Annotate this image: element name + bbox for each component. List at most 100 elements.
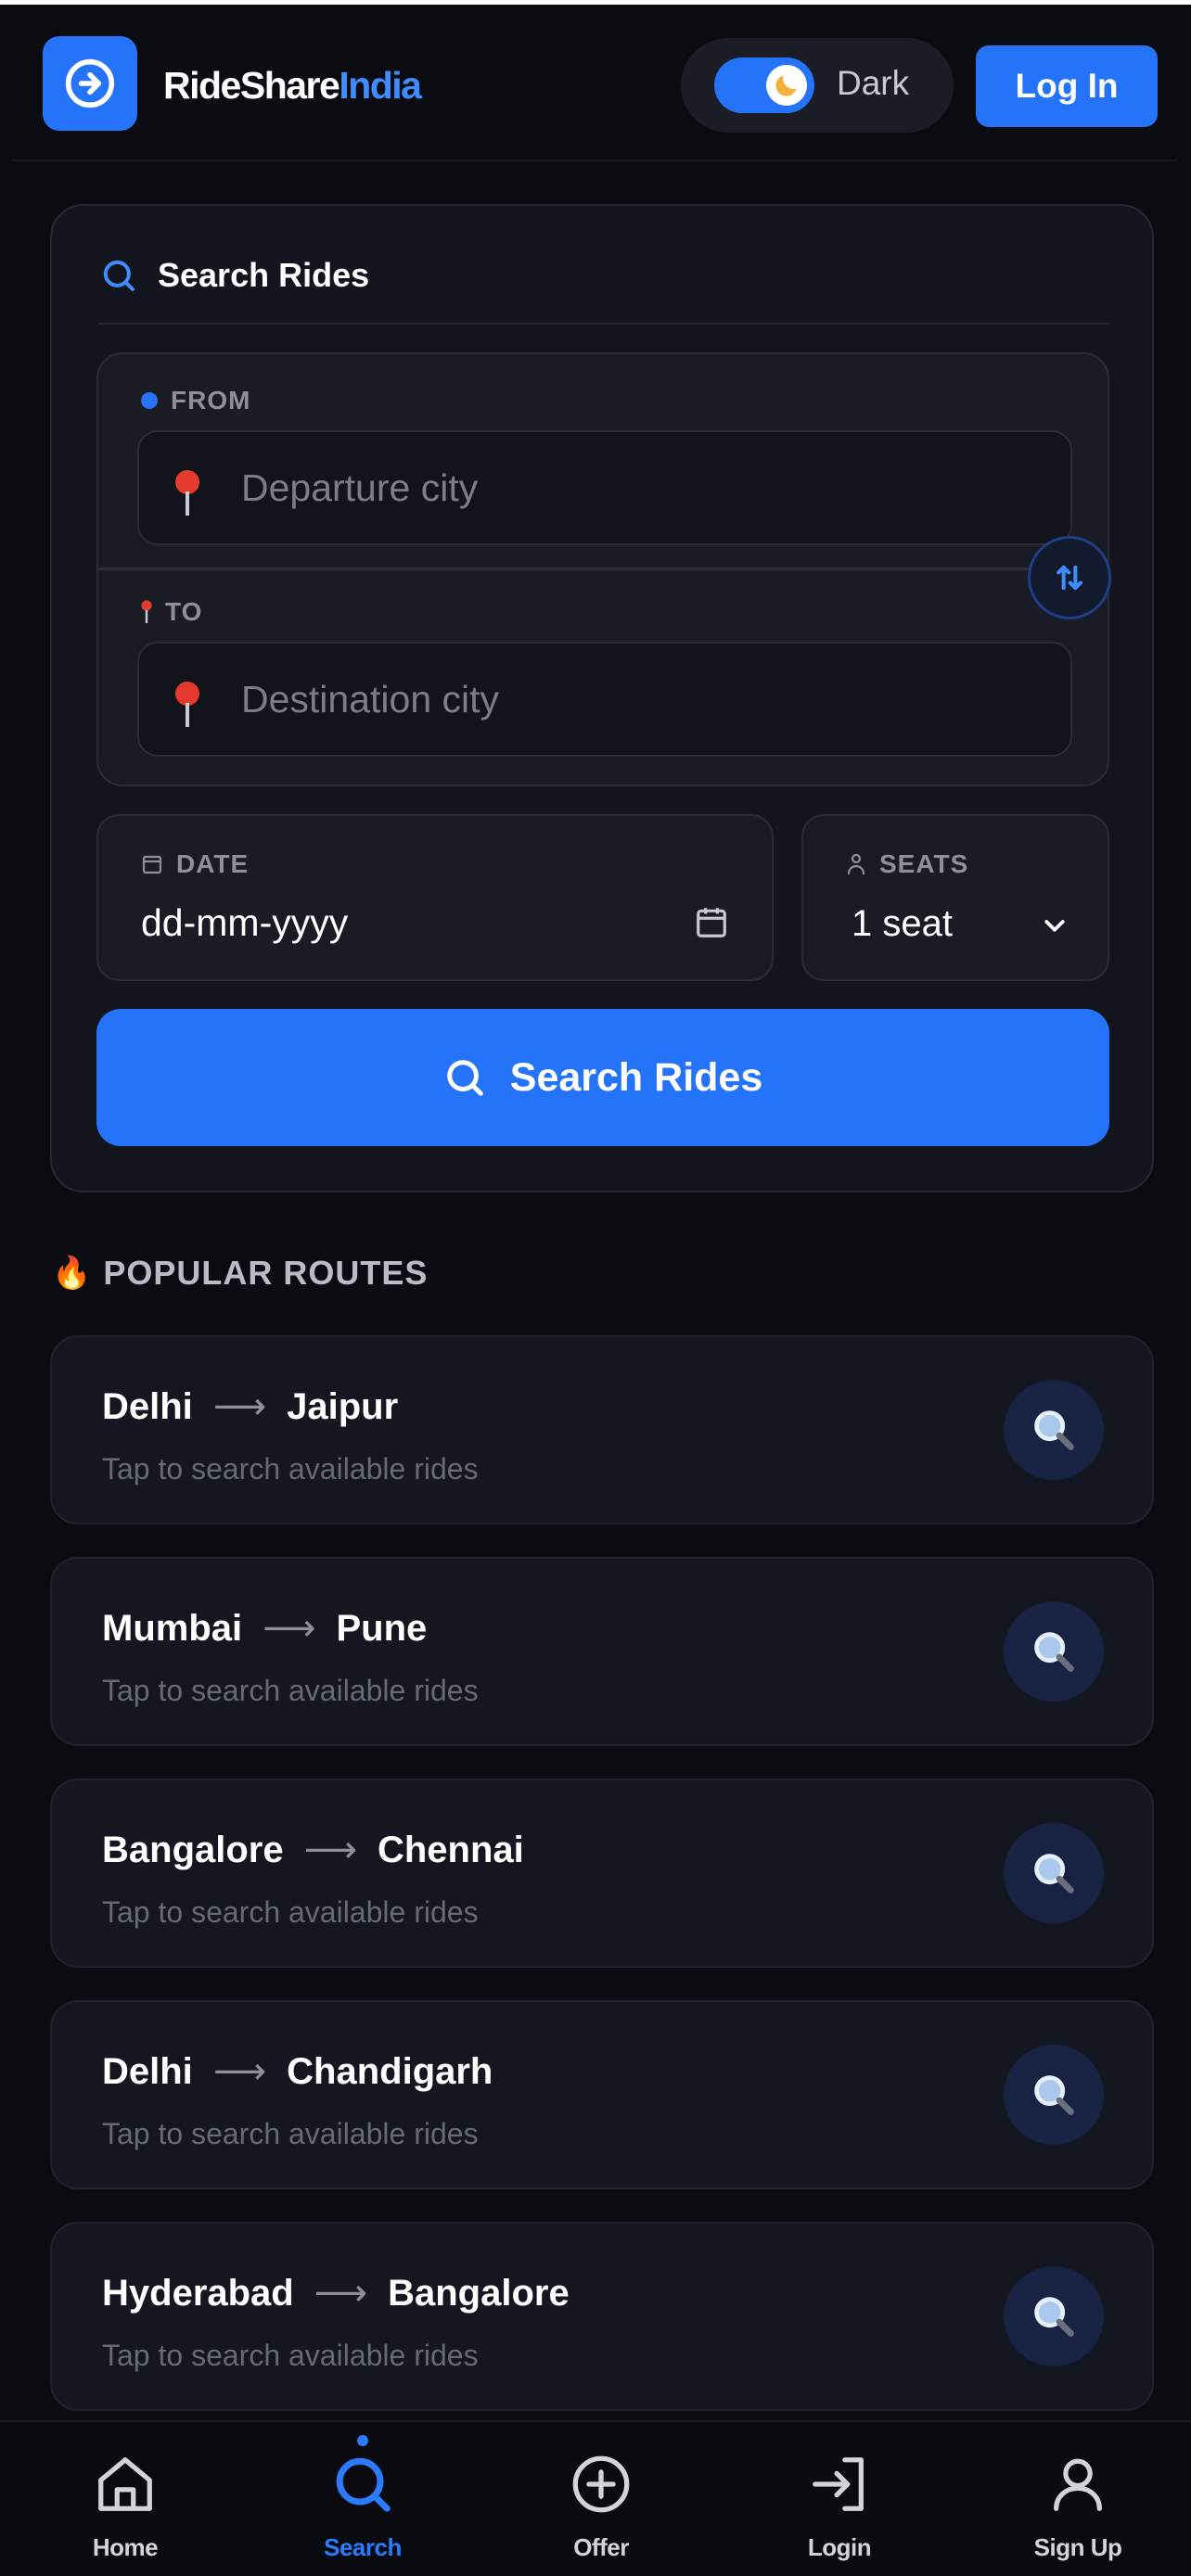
date-field[interactable]: DATE dd-mm-yyyy — [96, 814, 774, 981]
arrow-right-icon: ⟶ — [303, 1830, 357, 1870]
magnifier-icon — [1034, 1632, 1074, 1672]
calendar-small-icon — [142, 855, 162, 874]
brand-accent: India — [339, 64, 422, 107]
route-search-button[interactable] — [1004, 1601, 1104, 1702]
seats-label-text: SEATS — [879, 849, 969, 878]
popular-routes-heading: 🔥 POPULAR ROUTES — [52, 1254, 428, 1293]
from-label: FROM — [141, 386, 250, 415]
route-from: Hyderabad — [102, 2272, 294, 2314]
date-label-text: DATE — [176, 849, 250, 878]
route-card-bangalore-chennai[interactable]: Bangalore ⟶ Chennai Tap to search availabl… — [50, 1779, 1154, 1968]
nav-label-search: Search — [324, 2533, 402, 2561]
theme-label: Dark — [837, 64, 910, 102]
route-search-button[interactable] — [1004, 2045, 1104, 2145]
route-inputs: FROM TO — [96, 352, 1111, 786]
arrow-right-icon: ⟶ — [212, 1386, 267, 1427]
route-from: Bangalore — [102, 1829, 284, 1870]
moon-icon — [775, 75, 797, 96]
nav-item-home[interactable]: Home — [32, 2422, 218, 2576]
nav-label-home: Home — [92, 2533, 159, 2561]
route-to: Pune — [336, 1607, 428, 1649]
route-card-mumbai-pune[interactable]: Mumbai ⟶ Pune Tap to search available ride… — [50, 1557, 1154, 1746]
person-small-icon — [847, 853, 865, 875]
nav-item-sign-up[interactable]: Sign Up — [985, 2422, 1171, 2576]
calendar-icon[interactable] — [694, 905, 729, 940]
nav-item-offer[interactable]: Offer — [508, 2422, 694, 2576]
date-value[interactable]: dd-mm-yyyy — [141, 901, 348, 945]
login-button[interactable]: Log In — [976, 45, 1158, 127]
route-title: Mumbai ⟶ Pune — [102, 1607, 427, 1650]
nav-label-sign-up: Sign Up — [1033, 2533, 1122, 2561]
to-label-text: TO — [165, 597, 203, 626]
route-subtitle: Tap to search available rides — [102, 1674, 479, 1707]
route-title: Delhi ⟶ Jaipur — [102, 1385, 398, 1428]
magnifier-icon — [1034, 2297, 1074, 2337]
nav-label-login: Login — [807, 2533, 872, 2561]
user-icon — [1054, 2458, 1102, 2511]
from-label-text: FROM — [171, 386, 251, 414]
search-icon — [446, 1060, 483, 1096]
route-search-button[interactable] — [1004, 2266, 1104, 2366]
map-pin-icon — [175, 682, 199, 727]
nav-label-offer: Offer — [573, 2533, 629, 2561]
to-input[interactable] — [241, 644, 1057, 755]
route-subtitle: Tap to search available rides — [102, 2117, 479, 2150]
route-to: Chandigarh — [287, 2050, 493, 2092]
pin-small-icon — [141, 600, 152, 623]
seats-label: SEATS — [846, 849, 968, 879]
toggle-track[interactable] — [714, 57, 814, 113]
to-label: TO — [141, 597, 202, 627]
search-rides-button[interactable]: Search Rides — [96, 1009, 1109, 1146]
magnifier-icon — [1034, 2075, 1074, 2115]
search-card-title: Search Rides — [158, 256, 370, 294]
search-icon — [103, 260, 134, 291]
route-card-hyderabad-bangalore[interactable]: Hyderabad ⟶ Bangalore Tap to search availa… — [50, 2222, 1154, 2411]
app-header: RideShareIndia Dark Log In — [0, 5, 1191, 160]
magnifier-icon — [1034, 1854, 1074, 1894]
route-search-button[interactable] — [1004, 1380, 1104, 1480]
swap-button[interactable] — [1028, 536, 1111, 619]
from-field[interactable] — [137, 430, 1072, 545]
route-search-button[interactable] — [1004, 1823, 1104, 1923]
search-icon — [336, 2457, 391, 2512]
magnifier-icon — [1034, 1410, 1074, 1450]
seats-value: 1 seat — [852, 903, 953, 944]
arrow-right-icon: ⟶ — [263, 1608, 316, 1649]
fire-icon: 🔥 — [52, 1256, 93, 1291]
brand-main: RideShare — [163, 64, 340, 107]
plus-circle-icon — [572, 2455, 630, 2513]
header-divider — [13, 159, 1178, 161]
route-title: Delhi ⟶ Chandigarh — [102, 2050, 493, 2093]
search-rides-label: Search Rides — [509, 1054, 763, 1100]
bottom-nav: Home Search Offer Login Sign Up — [0, 2420, 1191, 2576]
seats-select[interactable]: SEATS 1 seat — [801, 814, 1109, 981]
logo-badge[interactable] — [43, 36, 137, 131]
arrow-right-icon: ⟶ — [314, 2273, 368, 2314]
from-dot-icon — [141, 392, 158, 409]
card-divider — [98, 323, 1109, 325]
route-card-delhi-jaipur[interactable]: Delhi ⟶ Jaipur Tap to search available rid… — [50, 1335, 1154, 1524]
nav-item-search[interactable]: Search — [270, 2422, 455, 2576]
route-from: Delhi — [102, 1385, 193, 1427]
swap-arrows-icon — [1057, 565, 1082, 591]
popular-routes-title: POPULAR ROUTES — [103, 1254, 429, 1292]
route-title: Hyderabad ⟶ Bangalore — [102, 2272, 570, 2315]
login-icon — [813, 2457, 864, 2511]
search-card: Search Rides FROM TO — [50, 204, 1154, 1192]
brand-name[interactable]: RideShareIndia — [163, 64, 422, 108]
map-pin-icon — [175, 470, 199, 516]
home-icon — [98, 2457, 152, 2511]
route-divider — [98, 567, 1108, 570]
to-field[interactable] — [137, 642, 1072, 757]
route-subtitle: Tap to search available rides — [102, 2339, 479, 2372]
route-from: Mumbai — [102, 1607, 243, 1649]
search-card-header: Search Rides — [100, 252, 369, 299]
route-subtitle: Tap to search available rides — [102, 1895, 479, 1929]
from-input[interactable] — [241, 432, 1057, 543]
nav-item-login[interactable]: Login — [747, 2422, 932, 2576]
toggle-knob — [766, 65, 807, 106]
theme-toggle[interactable]: Dark — [681, 38, 954, 133]
route-to: Bangalore — [388, 2272, 570, 2314]
route-card-delhi-chandigarh[interactable]: Delhi ⟶ Chandigarh Tap to search available… — [50, 2000, 1154, 2189]
arrow-right-icon: ⟶ — [212, 2051, 267, 2092]
